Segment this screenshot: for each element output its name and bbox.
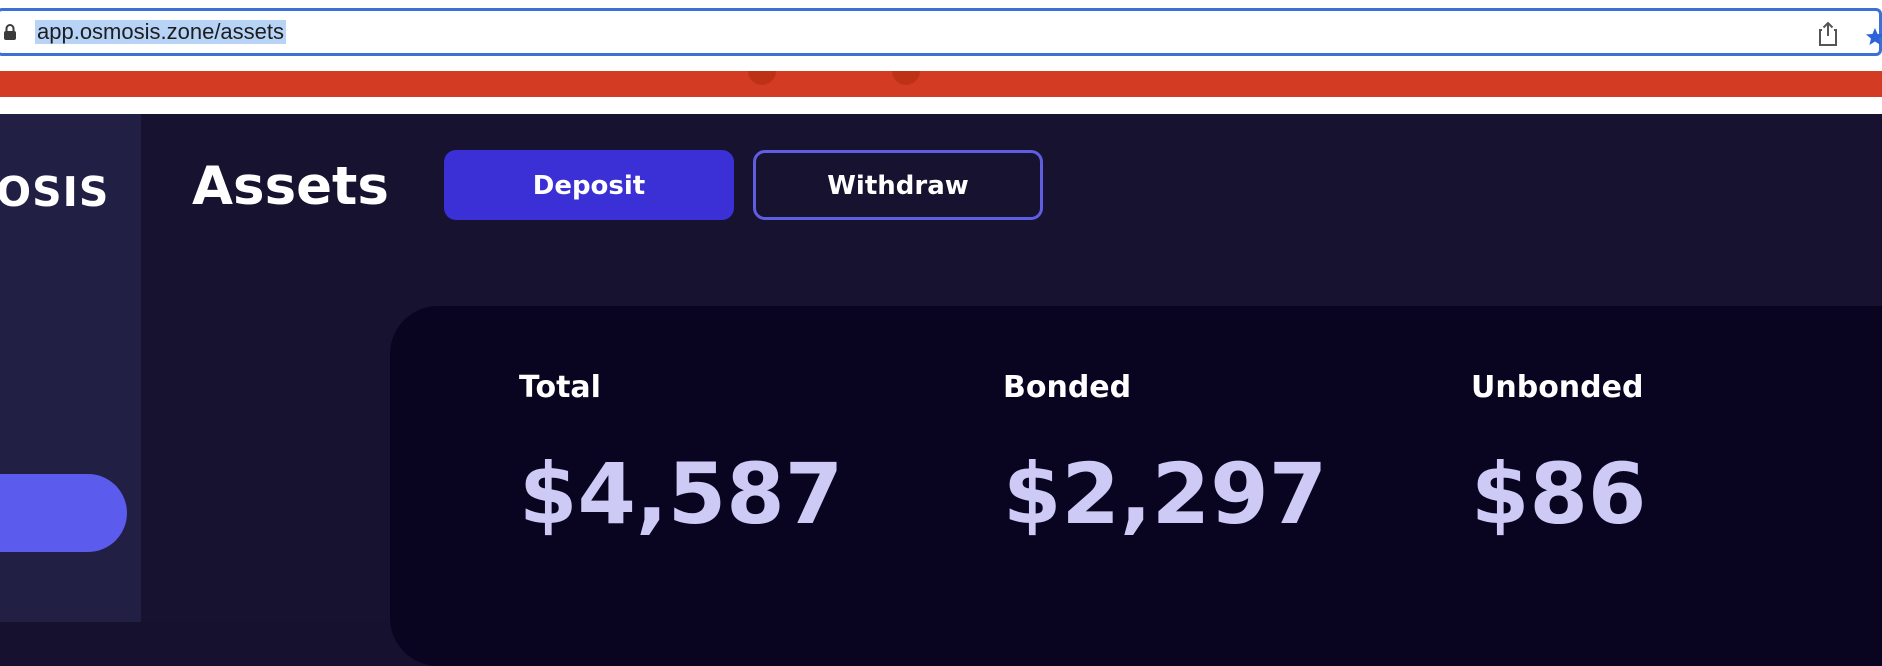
deposit-button[interactable]: Deposit [444, 150, 734, 220]
address-bar[interactable]: app.osmosis.zone/assets [0, 8, 1882, 56]
bonded-label: Bonded [1003, 370, 1132, 405]
unbonded-value: $86 [1471, 445, 1647, 543]
asset-summary-card: Total $4,587 Bonded $2,297 Unbonded $86 [390, 306, 1882, 666]
bookmark-icon[interactable] [1865, 27, 1882, 47]
browser-toolbar: app.osmosis.zone/assets [0, 0, 1882, 114]
sidebar-nav-item-active[interactable] [0, 474, 127, 552]
sidebar: IOSIS [0, 114, 141, 622]
osmosis-logo[interactable]: IOSIS [0, 168, 109, 216]
banner-notch-right [892, 71, 920, 85]
app-main: IOSIS Assets Deposit Withdraw Total $4,5… [0, 114, 1882, 666]
share-icon[interactable] [1817, 21, 1839, 47]
withdraw-button[interactable]: Withdraw [753, 150, 1043, 220]
page-title: Assets [192, 156, 389, 217]
unbonded-label: Unbonded [1471, 370, 1644, 405]
lock-icon [3, 24, 17, 40]
total-value: $4,587 [519, 445, 844, 543]
banner-notch-left [748, 71, 776, 85]
url-text[interactable]: app.osmosis.zone/assets [35, 20, 287, 44]
total-label: Total [519, 370, 601, 405]
notification-banner [0, 71, 1882, 97]
bonded-value: $2,297 [1003, 445, 1328, 543]
